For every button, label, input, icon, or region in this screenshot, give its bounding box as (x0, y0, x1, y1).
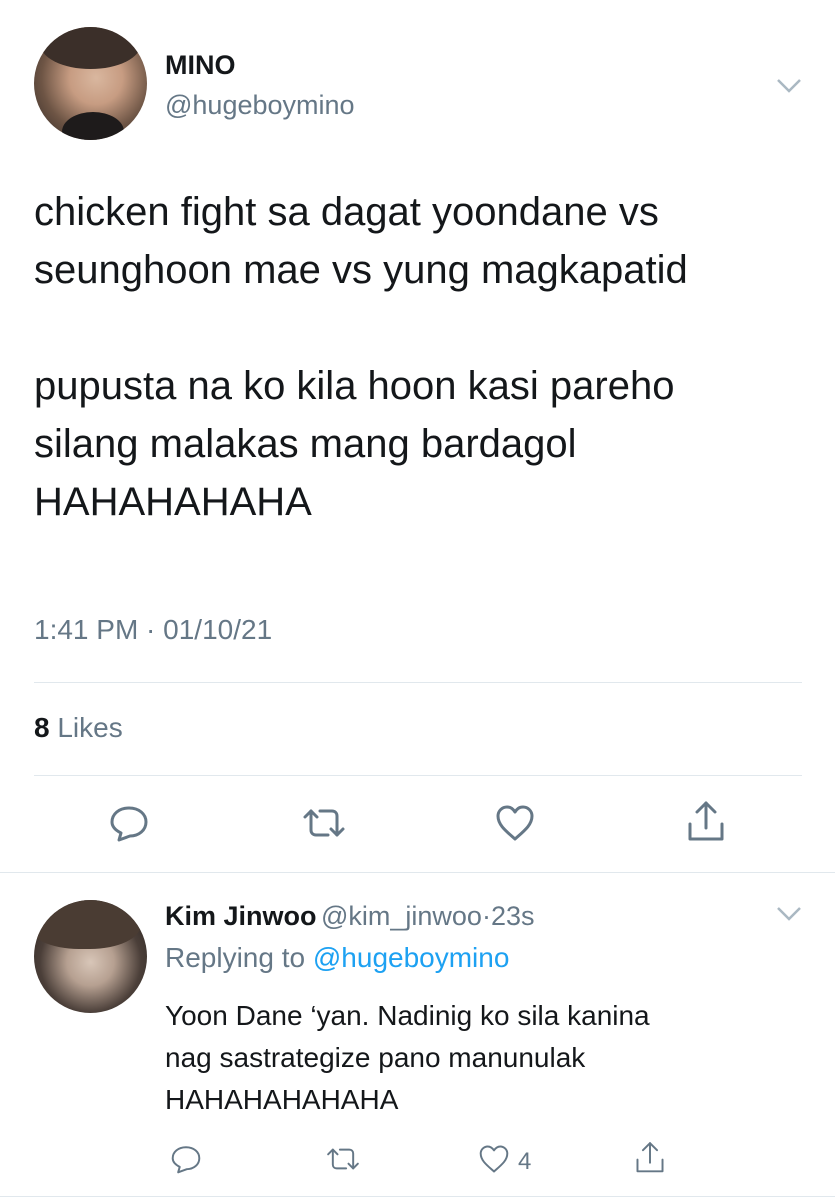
author-handle[interactable]: @hugeboymino (165, 90, 355, 121)
heart-icon[interactable] (476, 1141, 512, 1177)
chevron-down-icon[interactable] (772, 70, 806, 100)
chevron-down-icon[interactable] (772, 898, 806, 928)
reply-icon[interactable] (106, 800, 152, 846)
tweet-timestamp[interactable]: 1:41 PM · 01/10/21 (34, 614, 272, 646)
likes-summary[interactable]: 8 Likes (34, 712, 123, 744)
likes-label: Likes (57, 712, 123, 743)
reply-icon[interactable] (168, 1141, 204, 1177)
retweet-icon[interactable] (323, 1141, 363, 1177)
tweet-text: chicken fight sa dagat yoondane vs seung… (34, 190, 688, 524)
retweet-icon[interactable] (299, 800, 349, 846)
reply-time[interactable]: 23s (491, 901, 535, 931)
reply-text: Yoon Dane ‘yan. Nadinig ko sila kanina n… (165, 1000, 650, 1115)
likes-count: 8 (34, 712, 50, 743)
reply-like-count: 4 (518, 1148, 532, 1175)
replying-handle-link[interactable]: @hugeboymino (313, 942, 510, 973)
author-avatar[interactable] (34, 27, 147, 140)
share-icon[interactable] (632, 1139, 668, 1177)
section-divider (0, 872, 835, 873)
reply-header: Kim Jinwoo @kim_jinwoo·23s (165, 901, 534, 932)
meta-separator: · (481, 901, 491, 931)
replying-to: Replying to @hugeboymino (165, 942, 509, 974)
reply-author-handle[interactable]: @kim_jinwoo (321, 901, 482, 931)
bottom-divider (0, 1196, 835, 1197)
divider (34, 682, 802, 683)
divider (34, 775, 802, 776)
share-icon[interactable] (683, 798, 729, 846)
replying-prefix: Replying to (165, 942, 306, 973)
heart-icon[interactable] (492, 800, 538, 846)
reply-author-avatar[interactable] (34, 900, 147, 1013)
reply-author-display-name[interactable]: Kim Jinwoo (165, 901, 317, 931)
author-display-name[interactable]: MINO (165, 50, 236, 81)
